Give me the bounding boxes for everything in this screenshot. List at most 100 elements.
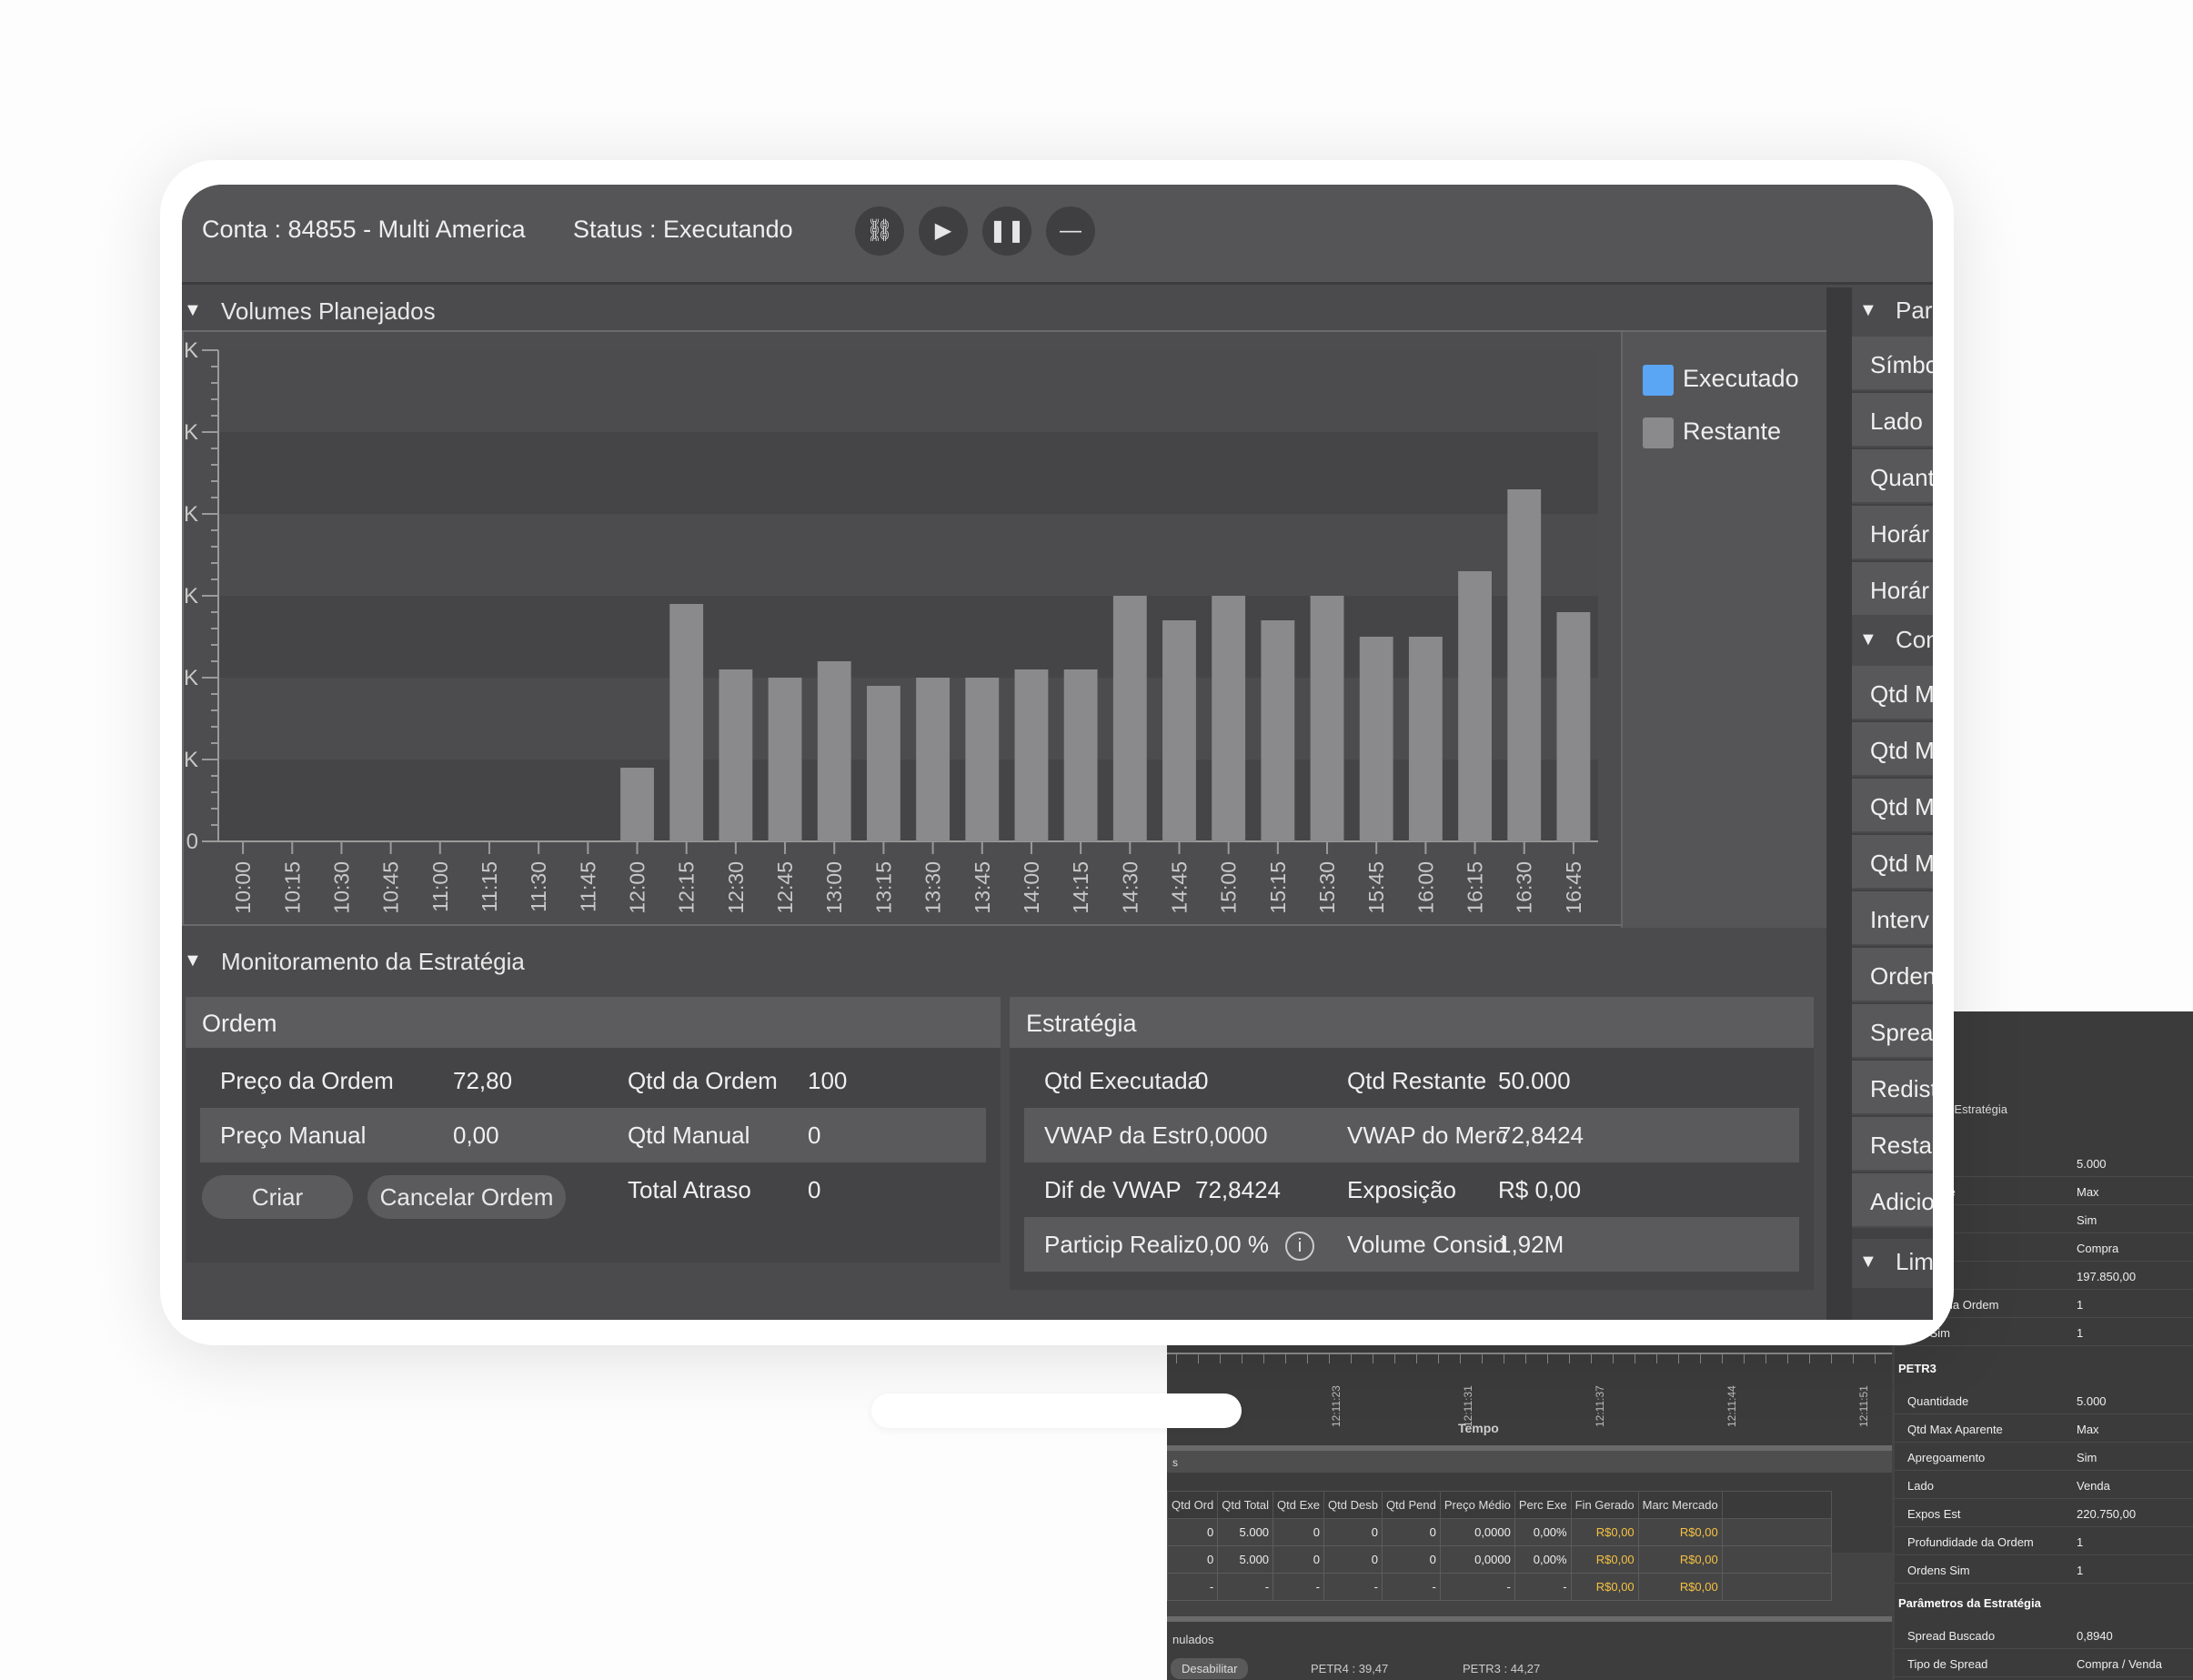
back-table-header[interactable]: Marc Mercado: [1637, 1491, 1723, 1519]
back-table-header[interactable]: Perc Exe: [1514, 1491, 1572, 1519]
back-param-value[interactable]: 5.000: [2077, 1394, 2107, 1408]
back-table-cell: -: [1514, 1573, 1572, 1601]
cancelar-ordem-button[interactable]: Cancelar Ordem: [367, 1175, 566, 1219]
parameter-item[interactable]: Quant: [1852, 449, 1933, 504]
back-param-value[interactable]: 1: [2077, 1326, 2083, 1340]
volumes-section-header[interactable]: ▼ Volumes Planejados: [182, 287, 1826, 333]
back-table-header[interactable]: Qtd Desb: [1323, 1491, 1383, 1519]
parameter-item[interactable]: Qtd M: [1852, 722, 1933, 777]
back-param-value[interactable]: 197.850,00: [2077, 1270, 2136, 1283]
back-axis-tick: [1656, 1354, 1657, 1363]
back-axis-tick: [1765, 1354, 1766, 1363]
back-table-header[interactable]: Qtd Total: [1217, 1491, 1274, 1519]
criar-button[interactable]: Criar: [202, 1175, 353, 1219]
x-tick-label: 13:45: [971, 861, 994, 914]
back-table-cell: R$0,00: [1637, 1545, 1723, 1574]
parameter-item[interactable]: Símbo: [1852, 337, 1933, 391]
bar-chart-svg: 0 1K 2K 3K 4K 5K 6K 10:00 10:15 10:30 10:45 11:00 11…: [184, 338, 1598, 914]
back-param-value[interactable]: Max: [2077, 1185, 2099, 1199]
back-param-value[interactable]: 1: [2077, 1564, 2083, 1577]
ordem-panel-title: Ordem: [186, 997, 1001, 1048]
parameter-item[interactable]: Horár: [1852, 506, 1933, 560]
back-param-value[interactable]: 0,8940: [2077, 1629, 2113, 1643]
chevron-down-icon[interactable]: ▼: [1859, 629, 1877, 650]
qtd-executada-value: 0: [1195, 1067, 1209, 1094]
bar-restante: [1212, 596, 1246, 841]
back-param-value[interactable]: Sim: [2077, 1451, 2097, 1464]
back-table-cell: 0: [1323, 1518, 1383, 1546]
back-table-cell: -: [1273, 1573, 1325, 1601]
back-table-cell: R$0,00: [1570, 1545, 1639, 1574]
back-table-header[interactable]: Qtd Pend: [1381, 1491, 1441, 1519]
back-table-header[interactable]: Qtd Exe: [1273, 1491, 1325, 1519]
vertical-scrollbar[interactable]: [1826, 287, 1852, 1320]
back-param-row: Quantidade 5.000: [1895, 1387, 2193, 1414]
x-tick-label: 12:00: [626, 861, 649, 914]
x-tick-label: 15:00: [1217, 861, 1241, 914]
bar-restante: [1458, 571, 1492, 841]
back-param-row: Expos Est 220.750,00: [1895, 1500, 2193, 1527]
back-axis-tick: [1525, 1354, 1526, 1363]
play-icon[interactable]: ▶: [919, 206, 968, 256]
qtd-ordem-value: 100: [808, 1067, 848, 1094]
back-param-value[interactable]: Compra / Venda: [2077, 1657, 2162, 1671]
back-param-value[interactable]: Venda: [2077, 1479, 2110, 1493]
parameters-section-header[interactable]: ▼ Con: [1852, 617, 1933, 666]
parameter-item[interactable]: Sprea: [1852, 1004, 1933, 1059]
x-tick-label: 15:15: [1266, 861, 1290, 914]
pause-icon[interactable]: ❚❚: [982, 206, 1031, 256]
x-tick-label: 15:45: [1364, 861, 1388, 914]
y-tick-label: 5K: [184, 420, 198, 445]
back-param-value[interactable]: 5.000: [2077, 1157, 2107, 1171]
bar-restante: [669, 604, 704, 841]
y-tick-label: 0: [186, 830, 198, 854]
parameters-section-header[interactable]: ▼ Lim: [1852, 1239, 1933, 1288]
chevron-down-icon[interactable]: ▼: [1859, 300, 1877, 321]
parameter-item[interactable]: Lado: [1852, 393, 1933, 448]
back-param-value[interactable]: Sim: [2077, 1213, 2097, 1227]
back-axis-tick: [1285, 1354, 1286, 1363]
back-table-header[interactable]: Qtd Ord: [1167, 1491, 1219, 1519]
parameter-item[interactable]: Orden: [1852, 948, 1933, 1002]
chevron-down-icon[interactable]: ▼: [184, 951, 202, 971]
preco-manual-value[interactable]: 0,00: [453, 1122, 499, 1150]
table-row[interactable]: - - - - - - - R$0,00 R$0,00: [1167, 1573, 1832, 1601]
disable-button[interactable]: Desabilitar: [1171, 1658, 1249, 1679]
back-param-value[interactable]: 1: [2077, 1535, 2083, 1549]
table-row[interactable]: 0 5.000 0 0 0 0,0000 0,00% R$0,00 R$0,00: [1167, 1545, 1832, 1574]
link-icon[interactable]: ⛓: [855, 206, 904, 256]
parameter-item[interactable]: Redist: [1852, 1061, 1933, 1115]
back-axis-tick: [1700, 1354, 1701, 1363]
minus-icon[interactable]: —: [1046, 206, 1095, 256]
parameters-section-title: Lim: [1896, 1248, 1933, 1275]
parameter-item[interactable]: Qtd M: [1852, 835, 1933, 890]
x-tick-label: 13:00: [822, 861, 846, 914]
parameter-item[interactable]: Qtd M: [1852, 666, 1933, 720]
parameter-item[interactable]: Interv: [1852, 891, 1933, 946]
back-table-cell: 0: [1167, 1545, 1219, 1574]
back-axis-tick: [1416, 1354, 1417, 1363]
qtd-restante-label: Qtd Restante: [1347, 1067, 1487, 1094]
parameters-section-header[interactable]: ▼ Para: [1852, 287, 1933, 337]
parameter-item[interactable]: Adicio: [1852, 1173, 1933, 1228]
table-row[interactable]: 0 5.000 0 0 0 0,0000 0,00% R$0,00 R$0,00: [1167, 1518, 1832, 1546]
preco-ordem-value: 72,80: [453, 1067, 513, 1094]
back-time-label: 12:11:44: [1725, 1385, 1738, 1427]
chevron-down-icon[interactable]: ▼: [184, 300, 202, 321]
back-param-value[interactable]: 1: [2077, 1298, 2083, 1312]
chevron-down-icon[interactable]: ▼: [1859, 1252, 1877, 1273]
top-bar: Conta : 84855 - Multi America Status : E…: [182, 185, 1933, 285]
qtd-manual-value[interactable]: 0: [808, 1122, 820, 1150]
back-param-value[interactable]: Compra: [2077, 1242, 2118, 1255]
info-icon[interactable]: i: [1284, 1232, 1314, 1262]
x-tick-label: 12:45: [773, 861, 797, 914]
parameter-item[interactable]: Restar: [1852, 1117, 1933, 1172]
back-table-header[interactable]: Preço Médio: [1439, 1491, 1515, 1519]
back-param-value[interactable]: Max: [2077, 1423, 2099, 1436]
parameter-item[interactable]: Horár: [1852, 562, 1933, 617]
back-table-header[interactable]: Fin Gerado: [1570, 1491, 1639, 1519]
monitor-section-header[interactable]: ▼ Monitoramento da Estratégia: [182, 938, 1826, 983]
back-param-value[interactable]: 220.750,00: [2077, 1507, 2136, 1521]
parameter-item[interactable]: Qtd M: [1852, 779, 1933, 833]
legend-swatch-executado: [1643, 365, 1674, 396]
